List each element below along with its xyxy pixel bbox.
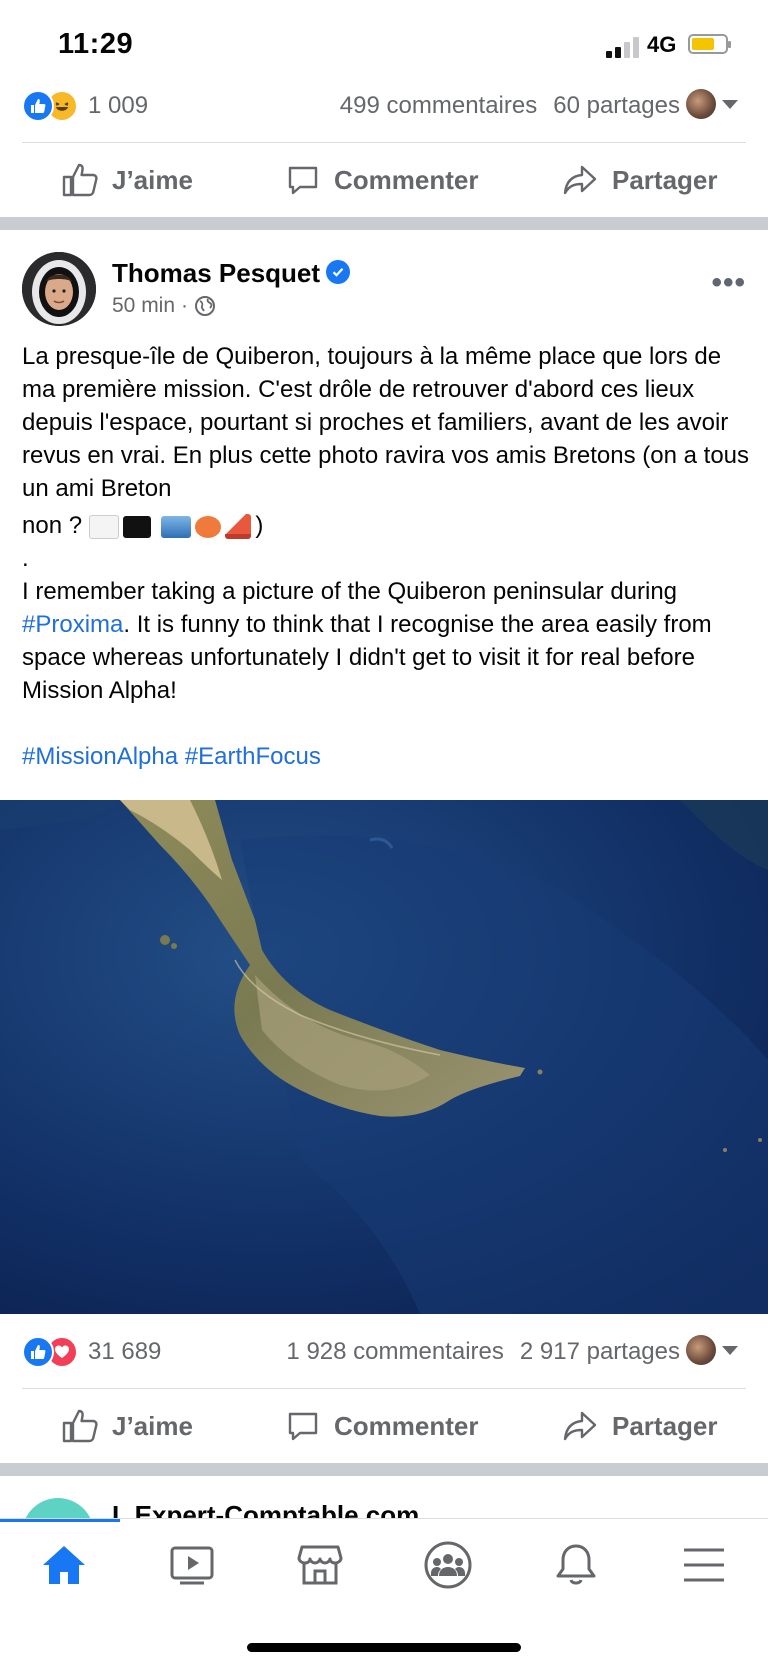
thumbs-up-icon bbox=[62, 1409, 98, 1443]
share-icon bbox=[563, 1411, 597, 1441]
thumbs-up-icon bbox=[22, 1336, 54, 1368]
marketplace-icon[interactable] bbox=[290, 1535, 350, 1595]
verified-badge-icon bbox=[326, 260, 350, 284]
shrimp-icon bbox=[195, 515, 222, 538]
post-actions: J’aime Commenter Partager bbox=[0, 1396, 768, 1456]
comments-count[interactable]: 499 commentaires bbox=[340, 92, 537, 119]
status-bar: 11:29 4G bbox=[0, 0, 768, 80]
viewer-avatar[interactable] bbox=[686, 89, 716, 119]
reaction-count[interactable]: 31 689 bbox=[88, 1338, 161, 1366]
post-text: La presque-île de Quiberon, toujours à l… bbox=[22, 340, 752, 773]
active-tab-indicator bbox=[0, 1519, 120, 1522]
comment-icon bbox=[288, 166, 318, 195]
like-button[interactable]: J’aime bbox=[62, 150, 193, 210]
prev-post-actions: J’aime Commenter Partager bbox=[0, 150, 768, 210]
home-indicator bbox=[247, 1643, 521, 1652]
reaction-icons[interactable] bbox=[22, 90, 82, 122]
like-label: J’aime bbox=[112, 1410, 193, 1441]
like-button[interactable]: J’aime bbox=[62, 1396, 193, 1456]
chevron-down-icon[interactable] bbox=[722, 100, 738, 109]
comment-button[interactable]: Commenter bbox=[286, 150, 478, 210]
black-flag-icon bbox=[122, 515, 151, 538]
globe-icon bbox=[195, 296, 216, 316]
post-text-dot: . bbox=[22, 545, 29, 572]
thumbs-up-icon bbox=[22, 90, 54, 122]
next-post-avatar bbox=[22, 1498, 94, 1518]
sailboat-icon bbox=[225, 514, 252, 540]
comment-label: Commenter bbox=[334, 1410, 479, 1441]
video-icon[interactable] bbox=[162, 1535, 222, 1595]
bottom-nav bbox=[0, 1518, 768, 1663]
wave-icon bbox=[161, 515, 192, 538]
white-flag-icon bbox=[88, 514, 119, 539]
post-stats: 31 689 1 928 commentaires 2 917 partages bbox=[0, 1332, 768, 1372]
network-type: 4G bbox=[647, 32, 677, 57]
share-label: Partager bbox=[612, 1410, 718, 1441]
post-header: Thomas Pesquet 50 min · ••• bbox=[0, 250, 768, 330]
meta-separator: · bbox=[181, 294, 189, 317]
comments-shares: 1 928 commentaires 2 917 partages bbox=[270, 1338, 680, 1366]
prev-post-stats: 1 009 499 commentaires 60 partages bbox=[0, 86, 768, 126]
post-text-en: I remember taking a picture of the Quibe… bbox=[22, 575, 752, 707]
post-hashtags[interactable]: #MissionAlpha #EarthFocus bbox=[22, 740, 752, 773]
text-fragment: . It is funny to think that I recognise … bbox=[22, 611, 712, 704]
hashtag-proxima[interactable]: #Proxima bbox=[22, 611, 123, 638]
post-text-fr-end: non ? ) bbox=[22, 509, 752, 542]
comments-count[interactable]: 1 928 commentaires bbox=[286, 1338, 503, 1365]
text-fragment: ) bbox=[255, 512, 264, 539]
signal-icon bbox=[606, 36, 642, 58]
comment-label: Commenter bbox=[334, 164, 479, 195]
viewer-avatar[interactable] bbox=[686, 1335, 716, 1365]
comments-shares: 499 commentaires 60 partages bbox=[324, 92, 680, 120]
groups-icon[interactable] bbox=[418, 1535, 478, 1595]
bell-icon[interactable] bbox=[546, 1535, 606, 1595]
post-separator bbox=[0, 1463, 768, 1476]
reaction-icons[interactable] bbox=[22, 1336, 82, 1368]
chevron-down-icon[interactable] bbox=[722, 1346, 738, 1355]
post-time[interactable]: 50 min bbox=[112, 294, 175, 318]
text-fragment: non ? bbox=[22, 512, 83, 539]
author-avatar[interactable] bbox=[22, 252, 96, 326]
shares-count[interactable]: 2 917 partages bbox=[520, 1338, 680, 1365]
divider bbox=[22, 1388, 746, 1389]
comment-icon bbox=[288, 1412, 318, 1441]
author-name[interactable]: Thomas Pesquet bbox=[112, 258, 320, 289]
battery-icon bbox=[688, 34, 731, 54]
share-button[interactable]: Partager bbox=[562, 1396, 718, 1456]
status-time: 11:29 bbox=[58, 28, 134, 60]
share-icon bbox=[563, 165, 597, 195]
next-post-name: L Expert-Comptable.com bbox=[112, 1500, 420, 1518]
thumbs-up-icon bbox=[62, 163, 98, 197]
divider bbox=[22, 142, 746, 143]
more-icon[interactable]: ••• bbox=[711, 266, 746, 300]
home-icon[interactable] bbox=[34, 1535, 94, 1595]
reaction-count[interactable]: 1 009 bbox=[88, 92, 148, 120]
comment-button[interactable]: Commenter bbox=[286, 1396, 478, 1456]
post-photo[interactable] bbox=[0, 800, 768, 1314]
post-meta: 50 min · bbox=[112, 294, 216, 318]
text-fragment: I remember taking a picture of the Quibe… bbox=[22, 578, 678, 605]
share-button[interactable]: Partager bbox=[562, 150, 718, 210]
shares-count[interactable]: 60 partages bbox=[553, 92, 680, 119]
share-label: Partager bbox=[612, 164, 718, 195]
post-separator bbox=[0, 217, 768, 230]
post-text-fr: La presque-île de Quiberon, toujours à l… bbox=[22, 343, 750, 502]
next-post-peek[interactable]: L Expert-Comptable.com bbox=[0, 1478, 768, 1518]
menu-icon[interactable] bbox=[674, 1535, 734, 1595]
like-label: J’aime bbox=[112, 164, 193, 195]
